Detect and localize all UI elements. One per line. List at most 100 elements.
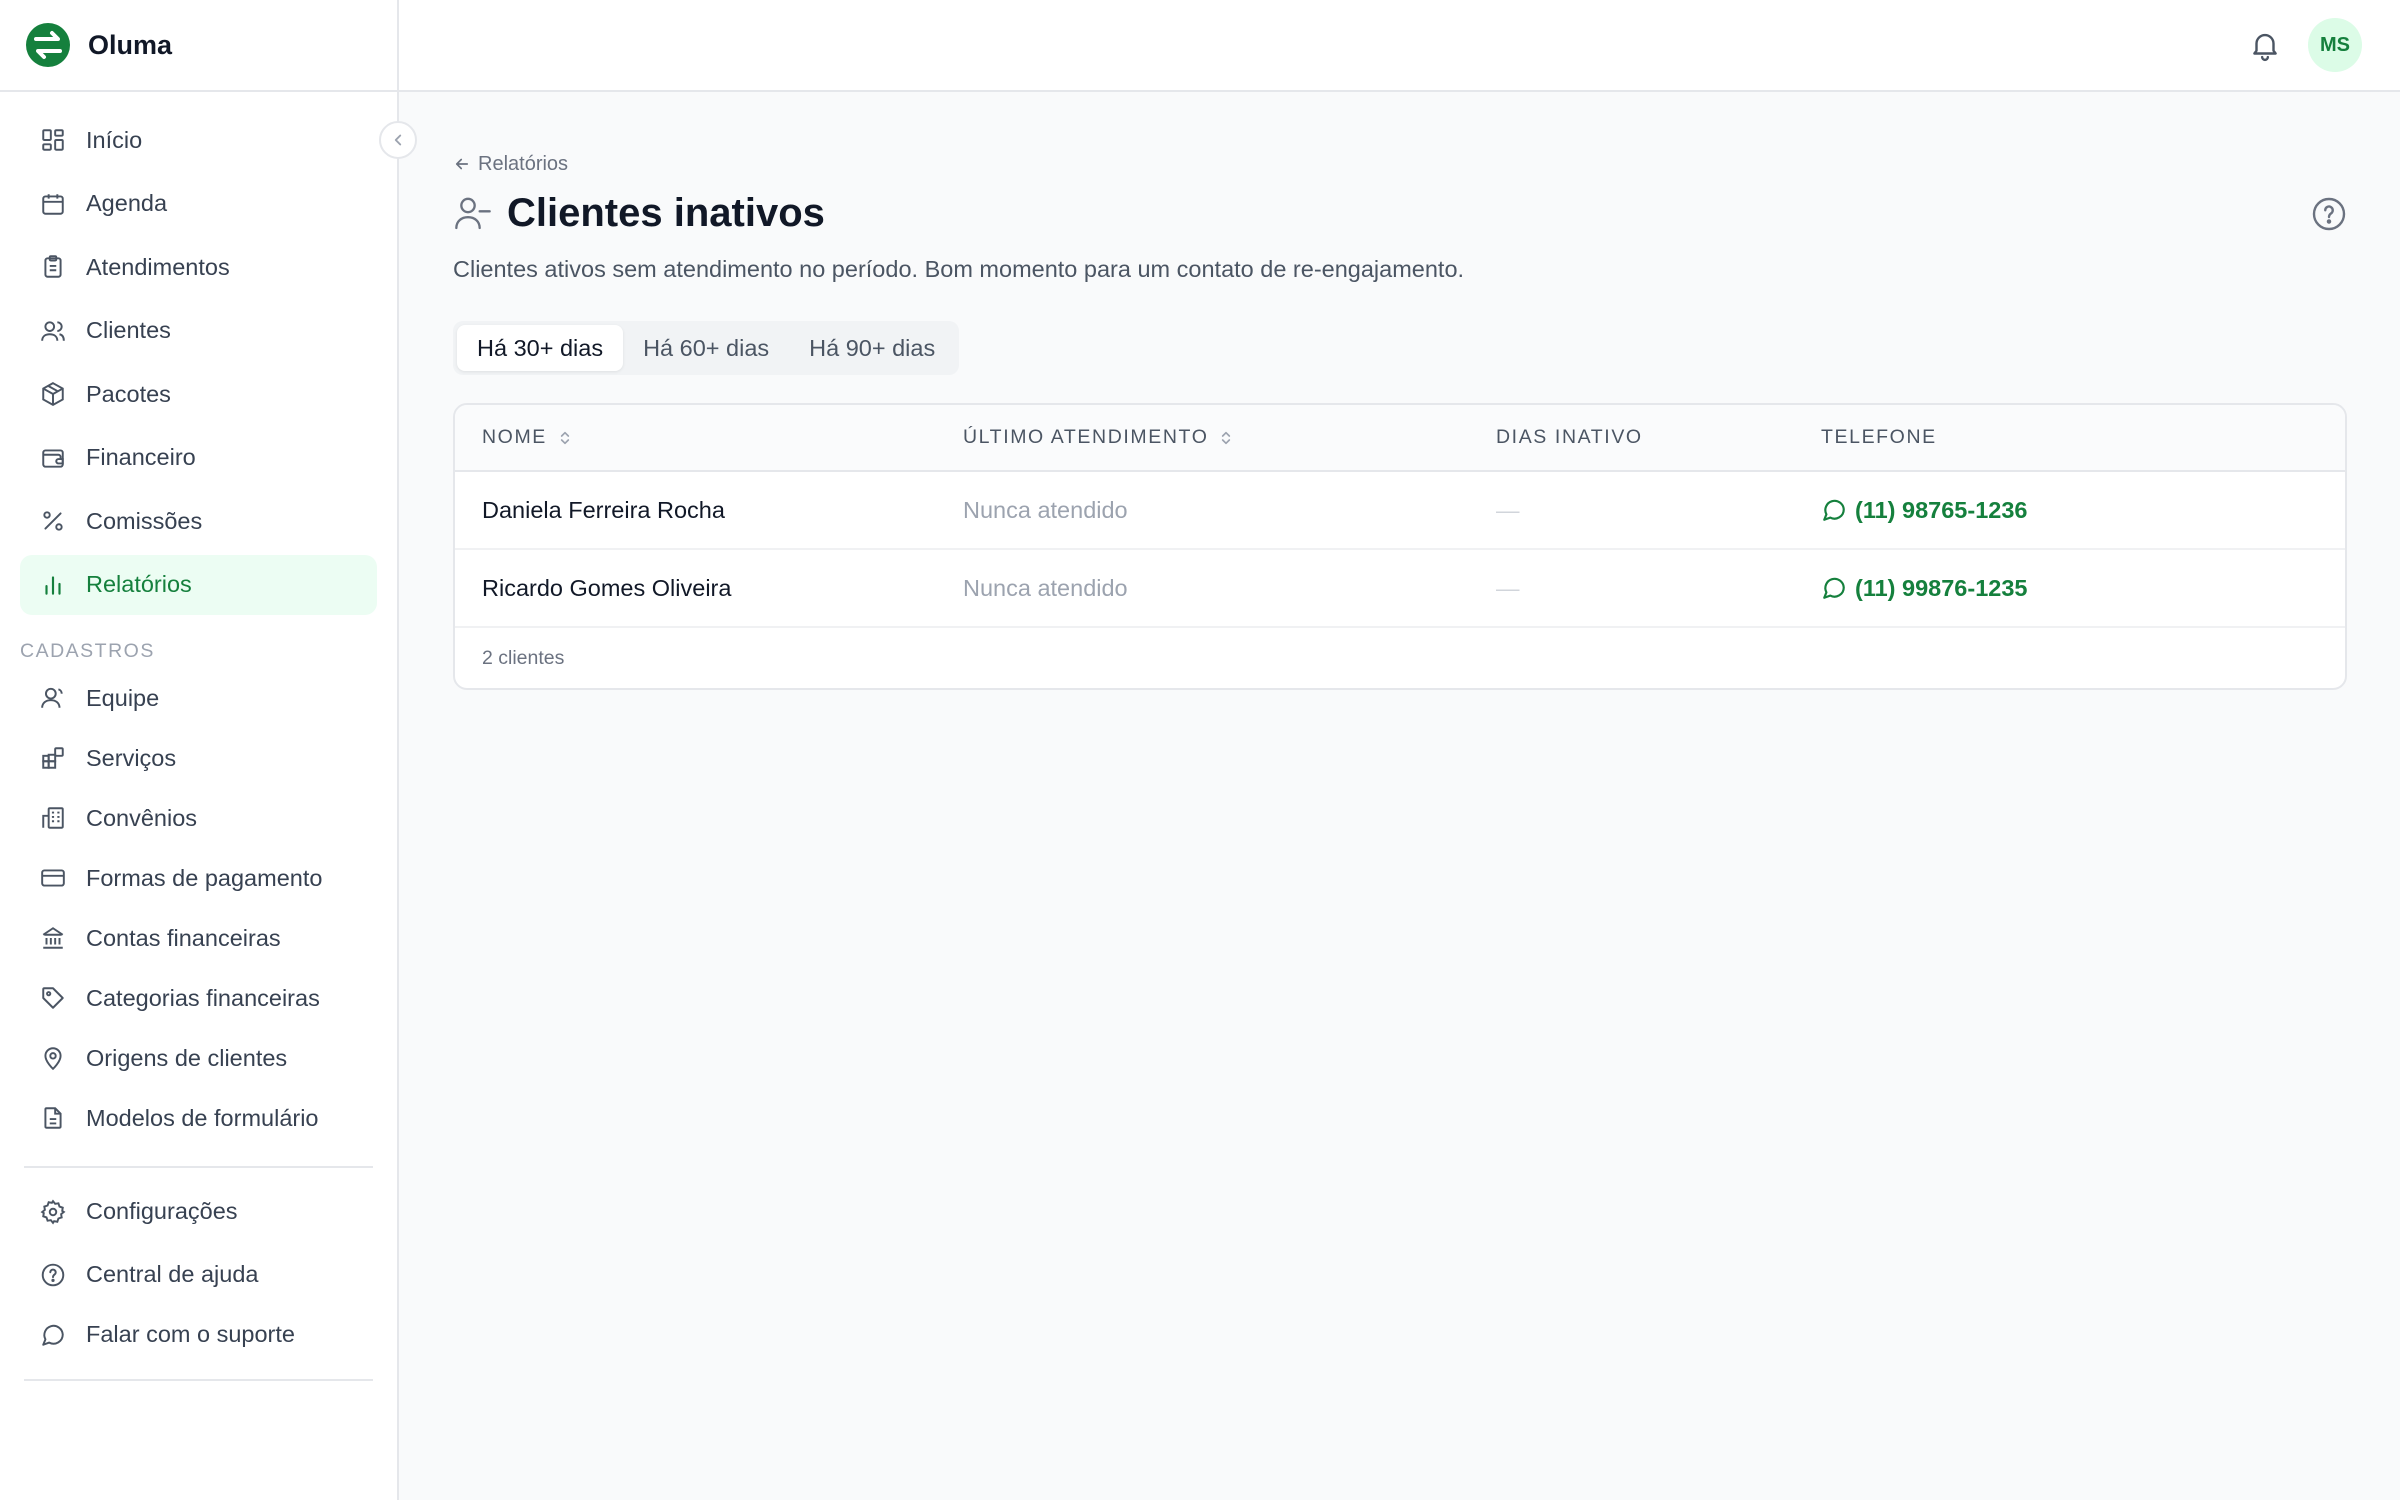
sidebar-item-label: Clientes	[86, 317, 171, 343]
sidebar-item-central-ajuda[interactable]: Central de ajuda	[20, 1243, 377, 1306]
sidebar-item-agenda[interactable]: Agenda	[20, 174, 377, 234]
sidebar-item-falar-suporte[interactable]: Falar com o suporte	[20, 1306, 377, 1363]
sidebar-item-label: Financeiro	[86, 444, 196, 470]
chat-icon	[40, 1322, 66, 1348]
blocks-icon	[40, 745, 66, 771]
sidebar-item-label: Serviços	[86, 744, 177, 771]
avatar[interactable]: MS	[2308, 18, 2362, 72]
back-link[interactable]: Relatórios	[453, 152, 2347, 176]
sidebar-item-label: Equipe	[86, 684, 160, 711]
sidebar-item-label: Modelos de formulário	[86, 1104, 319, 1131]
phone-link[interactable]: (11) 98765-1236	[1821, 497, 2345, 524]
sidebar-cadastros-nav: Equipe Serviços Convênios Formas de paga…	[0, 668, 397, 1148]
sidebar-divider	[24, 1379, 373, 1381]
table-row[interactable]: Ricardo Gomes Oliveira Nunca atendido — …	[455, 550, 2345, 628]
last-visit: Nunca atendido	[963, 574, 1128, 601]
sidebar: Oluma Início Agenda Atendimentos Cliente…	[0, 0, 417, 1500]
percent-icon	[40, 508, 66, 534]
phone-number: (11) 99876-1235	[1855, 574, 2028, 601]
sidebar-item-equipe[interactable]: Equipe	[20, 668, 377, 728]
days-inactive: —	[1496, 496, 1520, 523]
sidebar-item-label: Início	[86, 126, 143, 153]
sidebar-item-label: Pacotes	[86, 380, 171, 407]
help-icon[interactable]	[2311, 196, 2347, 232]
sidebar-collapse-button[interactable]	[379, 121, 417, 159]
bell-icon[interactable]	[2248, 28, 2282, 62]
map-pin-icon	[40, 1045, 66, 1071]
sidebar-item-label: Configurações	[86, 1198, 238, 1224]
credit-card-icon	[40, 865, 66, 891]
sidebar-item-label: Falar com o suporte	[86, 1321, 295, 1347]
tab-90-days[interactable]: Há 90+ dias	[789, 325, 955, 371]
sort-icon	[1222, 431, 1231, 444]
sidebar-item-label: Atendimentos	[86, 253, 230, 280]
sidebar-item-convenios[interactable]: Convênios	[20, 788, 377, 848]
table-footer-count: 2 clientes	[482, 646, 565, 669]
column-header-days-inactive: DIAS INATIVO	[1496, 426, 1643, 448]
sidebar-item-label: Relatórios	[86, 571, 192, 597]
inactive-clients-table: NOME ÚLTIMO ATENDIMENTO DIAS INATIVO TEL…	[453, 403, 2347, 690]
tag-icon	[40, 985, 66, 1011]
tab-30-days[interactable]: Há 30+ dias	[457, 325, 624, 371]
sidebar-item-servicos[interactable]: Serviços	[20, 728, 377, 788]
page-title: Clientes inativos	[507, 190, 825, 235]
sidebar-item-relatorios[interactable]: Relatórios	[20, 554, 377, 615]
sidebar-item-inicio[interactable]: Início	[20, 110, 377, 170]
sidebar-item-origens-clientes[interactable]: Origens de clientes	[20, 1028, 377, 1088]
building-icon	[40, 805, 66, 831]
days-inactive: —	[1496, 574, 1520, 601]
arrow-left-icon	[455, 158, 469, 170]
user-minus-icon	[455, 197, 491, 230]
tab-60-days[interactable]: Há 60+ dias	[623, 325, 789, 371]
sidebar-footer-nav: Configurações Central de ajuda Falar com…	[0, 1180, 397, 1363]
sidebar-item-clientes[interactable]: Clientes	[20, 301, 377, 361]
sidebar-item-label: Agenda	[86, 190, 168, 216]
user-icon	[40, 685, 66, 711]
dashboard-icon	[40, 127, 66, 153]
topbar: MS	[399, 0, 2400, 92]
sidebar-item-label: Comissões	[86, 507, 203, 534]
column-header-name[interactable]: NOME	[455, 426, 963, 449]
chevron-left-icon	[394, 134, 402, 146]
clipboard-icon	[40, 254, 66, 280]
sidebar-item-configuracoes[interactable]: Configurações	[20, 1180, 377, 1243]
brand[interactable]: Oluma	[0, 0, 397, 92]
sidebar-item-contas-financeiras[interactable]: Contas financeiras	[20, 908, 377, 968]
period-tabs: Há 30+ dias Há 60+ dias Há 90+ dias	[453, 321, 960, 375]
phone-link[interactable]: (11) 99876-1235	[1821, 575, 2345, 602]
sidebar-item-label: Central de ajuda	[86, 1261, 259, 1287]
page-header: Clientes inativos	[453, 188, 2347, 238]
sidebar-item-categorias-financeiras[interactable]: Categorias financeiras	[20, 968, 377, 1028]
sidebar-item-label: Formas de pagamento	[86, 864, 323, 891]
back-link-label: Relatórios	[478, 152, 569, 175]
bar-chart-icon	[40, 572, 66, 598]
sidebar-item-atendimentos[interactable]: Atendimentos	[20, 237, 377, 297]
package-icon	[40, 381, 66, 407]
sidebar-main-nav: Início Agenda Atendimentos Clientes Paco…	[0, 92, 397, 615]
sidebar-item-modelos-formulario[interactable]: Modelos de formulário	[20, 1088, 377, 1148]
wallet-icon	[40, 445, 66, 471]
table-row[interactable]: Daniela Ferreira Rocha Nunca atendido — …	[455, 472, 2345, 550]
sidebar-item-comissoes[interactable]: Comissões	[20, 491, 377, 551]
sidebar-item-financeiro[interactable]: Financeiro	[20, 428, 377, 488]
page-subtitle: Clientes ativos sem atendimento no perío…	[453, 256, 1465, 282]
chat-icon	[1823, 577, 1845, 599]
brand-name: Oluma	[88, 29, 173, 60]
sidebar-divider	[24, 1166, 373, 1168]
phone-number: (11) 98765-1236	[1855, 496, 2028, 523]
file-text-icon	[40, 1105, 66, 1131]
sidebar-item-pacotes[interactable]: Pacotes	[20, 364, 377, 424]
sidebar-item-label: Contas financeiras	[86, 924, 281, 951]
sort-icon	[560, 431, 570, 444]
gear-icon	[40, 1199, 66, 1225]
sidebar-section-label: CADASTROS	[20, 640, 155, 662]
sidebar-item-formas-pagamento[interactable]: Formas de pagamento	[20, 848, 377, 908]
bank-icon	[40, 925, 66, 951]
column-header-last-visit[interactable]: ÚLTIMO ATENDIMENTO	[963, 426, 1496, 449]
page-content: Relatórios Clientes inativos Clientes at…	[399, 92, 2400, 690]
table-header: NOME ÚLTIMO ATENDIMENTO DIAS INATIVO TEL…	[455, 405, 2345, 472]
column-header-phone: TELEFONE	[1821, 426, 1937, 448]
last-visit: Nunca atendido	[963, 496, 1128, 523]
client-name: Ricardo Gomes Oliveira	[482, 574, 732, 601]
brand-logo-icon	[26, 23, 70, 67]
